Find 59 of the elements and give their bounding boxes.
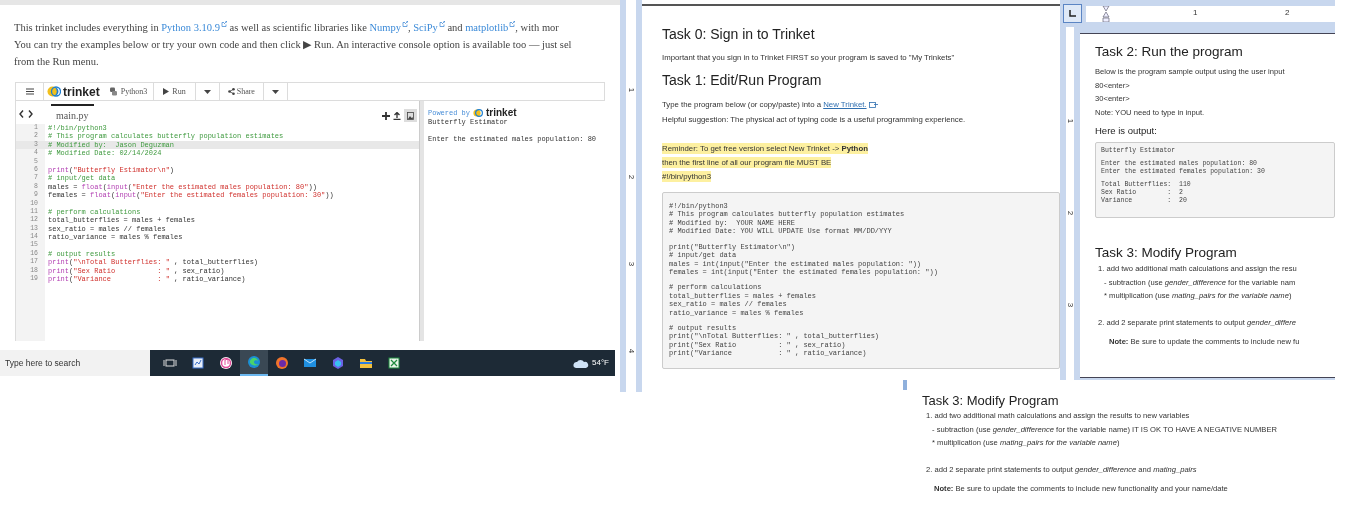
tab-stop-icon [1069,10,1076,17]
folder-icon [359,356,373,370]
logo-text: trinket [63,83,100,101]
caret-icon [271,89,279,94]
heading: Task 3: Modify Program [1095,244,1238,263]
link[interactable]: Numpy [369,22,401,33]
heading: Task 0: Sign in to Trinket [662,25,816,43]
ruler-label: 1 [1066,117,1074,126]
document-icon [191,356,205,370]
link[interactable]: SciPy [413,22,438,33]
heading: Task 1: Edit/Run Program [662,70,823,89]
tab-selector-button[interactable] [1063,4,1082,23]
task-view-icon [163,356,177,370]
trinket-logo-icon [473,109,483,118]
subheading: Here is output: [1095,124,1158,138]
fox-browser-icon [275,356,289,370]
upload-icon [393,111,401,120]
plus-icon [382,111,390,120]
navigation-arrows-icon [19,110,33,118]
play-icon [163,88,170,95]
ruler-label: 1 [1193,7,1198,17]
ruler-label: 1 [627,86,635,95]
image-button[interactable] [404,109,417,122]
ruler-label: 4 [627,347,635,356]
language-button[interactable]: Python3 [102,83,155,100]
link[interactable]: matplotlib [465,22,509,33]
external-link-icon [402,21,408,27]
trinket-logo-icon [47,86,61,97]
external-link-icon [868,101,878,109]
music-icon [219,356,233,370]
ruler-label: 2 [627,173,635,182]
link[interactable]: Python 3.10.9 [161,22,220,33]
external-link-icon [220,21,227,27]
weather-text: 54°F [592,357,609,369]
external-link-icon [509,21,516,27]
logo-text: trinket [486,109,517,118]
indent-marker-icon [1102,5,1110,22]
heading: Task 2: Run the program [1095,43,1244,61]
ruler-label: 2 [1066,209,1074,218]
cloud-icon [573,358,589,368]
file-tab[interactable]: main.py [51,104,94,124]
mail-icon [303,356,317,370]
heading: Task 3: Modify Program [922,392,1060,409]
external-link-icon [438,21,445,27]
hexagon-icon [331,356,345,370]
browser-icon [247,355,261,369]
python-icon [108,87,118,96]
image-icon [407,111,414,120]
caret-icon [203,89,211,94]
sheet-icon [387,356,401,370]
ruler-label: 3 [1066,301,1074,310]
share-icon [227,88,235,95]
ruler-label: 3 [627,260,635,269]
search-field[interactable]: Type here to search [0,350,150,376]
ruler-label: 2 [1285,7,1290,17]
run-button[interactable]: Run [154,83,196,100]
menu-icon [25,88,34,95]
intro-paragraph: This trinket includes everything in Python 3.10.9 as well as scientific libraries like Numpy , SciPy and matplotlib , with mor You can try the examples below or try your own code and then click ▶ Run. An interactive console option is available too — just sel from the Run menu. [13,20,573,69]
share-button[interactable]: Share [219,83,264,100]
